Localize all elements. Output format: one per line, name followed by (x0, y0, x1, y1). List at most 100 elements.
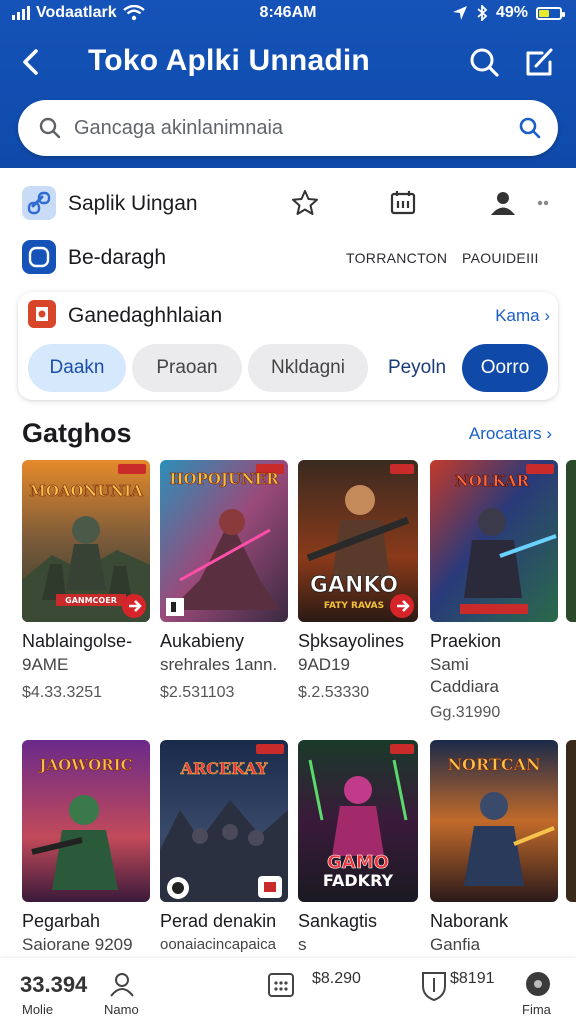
game-subtitle: oonaiacincapaica (160, 936, 276, 953)
game-price: $2.531103 (160, 684, 235, 701)
nav-label: Molie (22, 1002, 54, 1017)
link-icon (22, 186, 56, 220)
cover-subtitle: FADKRY (323, 871, 394, 890)
game-cover: JAOWORIC (22, 740, 150, 902)
chip-5[interactable]: Oorro (462, 344, 548, 392)
search-icon (39, 117, 61, 139)
nav-item-profile[interactable]: Namo (100, 958, 150, 1024)
game-cover: GANKO FATY RAVAS (298, 460, 418, 622)
game-cover: MOAONUNIA GANMCOER (22, 460, 150, 622)
game-name: Sankagtis (298, 911, 378, 931)
category-card: Ganedaghhlaian Kama › Daakn Praoan Nklda… (18, 292, 558, 400)
battery-level (539, 9, 549, 17)
nav-label: Fima (522, 1002, 551, 1017)
cover-title: NORTCAN (447, 755, 540, 774)
cover-title: MOAONUNIA (29, 482, 143, 500)
game-cover: NOLKAR (430, 460, 558, 622)
game-cover: HOPOJUNER (160, 460, 288, 622)
section-more-link[interactable]: Arocatars › (469, 424, 552, 444)
nav-value: $8191 (450, 970, 495, 987)
game-subtitle-2: Caddiara (430, 677, 499, 696)
status-bar: Vodaatlark 8:46AM 49% (0, 0, 576, 28)
chip-3[interactable]: Nkldagni (248, 344, 368, 392)
star-icon[interactable] (290, 188, 320, 218)
page-title: Toko Aplki Unnadin (88, 44, 370, 77)
quick-row-1-label: Saplik Uingan (68, 192, 198, 215)
game-price: Gg.31990 (430, 704, 501, 721)
app-square-icon (22, 240, 56, 274)
cover-title: GAMO (327, 852, 389, 873)
battery-icon (536, 6, 565, 20)
nav-item-calendar[interactable]: $8.290 (266, 958, 376, 1024)
status-right: 49% (452, 4, 565, 22)
cover-title: JAOWORIC (37, 756, 132, 774)
game-name: Sþksayolines (298, 631, 405, 651)
cover-title: NOLKAR (455, 472, 529, 490)
nav-item-home[interactable]: 33.394 Molie (14, 958, 88, 1024)
game-subtitle: s (298, 935, 307, 954)
cover-title: HOPOJUNER (169, 470, 279, 488)
profile-icon[interactable] (488, 188, 518, 218)
game-price: $4.33.3251 (22, 684, 103, 701)
quick-row-1[interactable]: Saplik Uingan (0, 182, 576, 226)
nav-item-more[interactable]: Fima (518, 958, 562, 1024)
edit-icon[interactable] (522, 44, 558, 80)
bottom-nav: 33.394 Molie Namo $8.290 $8191 Fima (0, 958, 576, 1024)
game-subtitle: Ganfia (430, 935, 481, 954)
header: Vodaatlark 8:46AM 49% Toko Aplki Unnadin (0, 0, 576, 168)
category-more-link[interactable]: Kama › (495, 306, 550, 326)
game-price: $.2.53330 (298, 684, 370, 701)
cover-title: GANKO (310, 573, 398, 598)
shield-icon (422, 972, 446, 1002)
game-name: Naborank (430, 911, 509, 931)
back-arrow-icon[interactable] (14, 44, 50, 80)
search-input[interactable] (74, 110, 504, 146)
nav-value: $8.290 (312, 970, 361, 987)
search-bar[interactable] (18, 100, 558, 156)
section-title: Gatghos (22, 418, 132, 448)
cover-subtitle: FATY RAVAS (324, 601, 384, 611)
game-cover-partial (566, 740, 576, 902)
category-chips: Daakn Praoan Nkldagni Peyoln Oorro (28, 344, 548, 392)
quick-row-2-label: Be-daragh (68, 246, 167, 269)
search-icon[interactable] (466, 44, 502, 80)
circle-icon (526, 972, 550, 996)
game-cover-partial (566, 460, 576, 622)
app-bar: Toko Aplki Unnadin (0, 36, 576, 92)
more-icon[interactable] (532, 188, 562, 218)
purchase-link[interactable]: PAOUIDEIII (462, 250, 539, 266)
chip-1[interactable]: Daakn (28, 344, 126, 392)
cover-subtitle: GANMCOER (65, 596, 117, 605)
bluetooth-icon (477, 5, 488, 21)
battery-percent: 49% (495, 4, 528, 21)
game-name: Praekion (430, 631, 502, 651)
game-name: Perad denakin (160, 911, 277, 931)
game-name: Pegarbah (22, 911, 101, 931)
category-card-title: Ganedaghhlaian (68, 304, 223, 327)
game-name: Aukabieny (160, 631, 245, 651)
profile-icon (110, 973, 134, 997)
transaction-link[interactable]: TORRANCTON (346, 250, 447, 266)
search-submit-icon[interactable] (518, 116, 542, 140)
game-subtitle: Sami (430, 655, 469, 674)
category-icon (28, 300, 56, 328)
game-subtitle: 9AME (22, 655, 69, 674)
game-cover: GAMO FADKRY (298, 740, 418, 902)
cover-title: ARCEKAY (180, 759, 269, 778)
game-cover: NORTCAN (430, 740, 558, 902)
game-name: Nablaingolse- (22, 631, 133, 651)
game-subtitle: Saiorane 9209 (22, 935, 133, 954)
nav-item-shield[interactable]: $8191 (420, 958, 510, 1024)
game-subtitle: srehrales 1ann. (160, 655, 278, 674)
chip-2[interactable]: Praoan (132, 344, 242, 392)
game-subtitle: 9AD19 (298, 655, 350, 674)
nav-label: Namo (104, 1002, 139, 1017)
quick-row-2[interactable]: Be-daragh TORRANCTON PAOUIDEIII (0, 236, 576, 280)
store-page: Vodaatlark 8:46AM 49% Toko Aplki Unnadin (0, 0, 576, 1024)
calendar-icon (268, 973, 294, 997)
game-cover: ARCEKAY (160, 740, 288, 902)
calendar-icon[interactable] (388, 188, 418, 218)
nav-value: 33.394 (20, 972, 88, 997)
chip-4[interactable]: Peyoln (374, 344, 460, 392)
location-icon (452, 6, 467, 20)
